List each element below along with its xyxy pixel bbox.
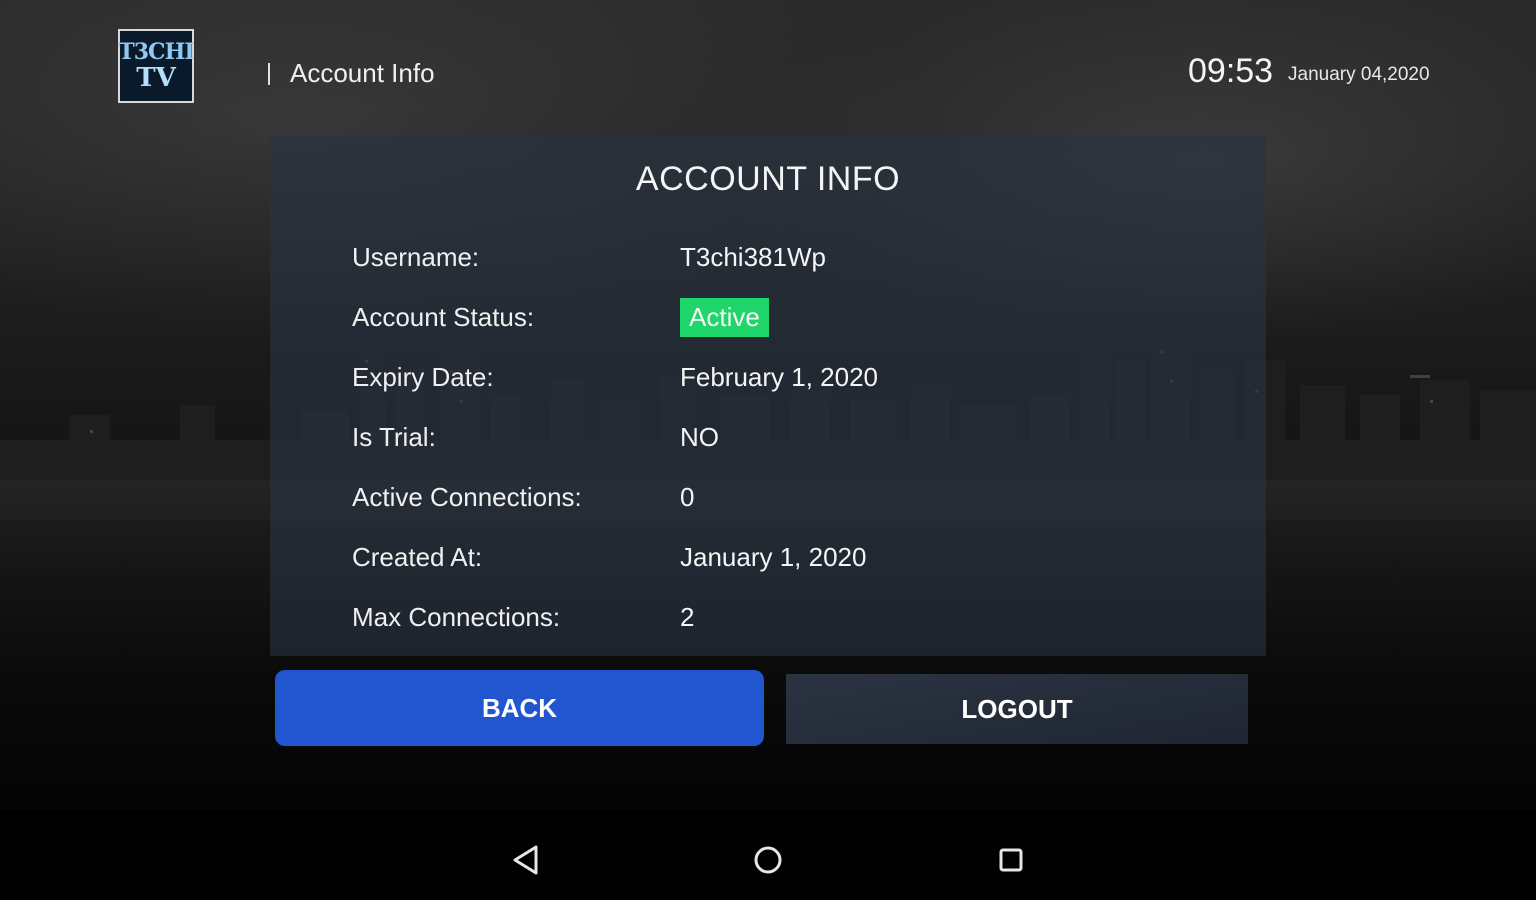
row-value: 2 [680,601,695,632]
logout-button[interactable]: LOGOUT [786,674,1248,744]
back-button[interactable]: BACK [275,670,764,746]
status-badge: Active [680,297,769,337]
back-triangle-icon[interactable] [506,840,546,880]
row-username: Username: T3chi381Wp [352,237,1152,277]
logo-text-top: T3CHI [118,39,194,65]
row-is-trial: Is Trial: NO [352,417,1152,457]
row-value: February 1, 2020 [680,361,879,392]
logo-text-bottom: TV [136,63,176,93]
row-expiry-date: Expiry Date: February 1, 2020 [352,357,1152,397]
app-logo: T3CHI TV [118,29,195,103]
row-label: Created At: [352,541,483,572]
row-label: Expiry Date: [352,361,494,392]
row-max-connections: Max Connections: 2 [352,597,1152,637]
row-value: 0 [680,481,695,512]
row-label: Account Status: [352,301,535,332]
android-navigation-bar [0,810,1536,900]
clock-date: January 04,2020 [1288,64,1430,85]
row-created-at: Created At: January 1, 2020 [352,537,1152,577]
screen: T3CHI TV Account Info 09:53 January 04,2… [0,0,1536,900]
clock-time: 09:53 [1188,52,1274,90]
row-label: Is Trial: [352,421,436,452]
row-label: Username: [352,241,480,272]
account-info-panel: ACCOUNT INFO Username: T3chi381Wp Accoun… [270,136,1266,656]
breadcrumb: Account Info [268,58,435,89]
page-title: Account Info [290,58,435,88]
breadcrumb-separator [268,62,270,85]
row-active-connections: Active Connections: 0 [352,477,1152,517]
row-label: Max Connections: [352,601,561,632]
recents-square-icon[interactable] [991,840,1031,880]
row-value: January 1, 2020 [680,541,867,572]
home-circle-icon[interactable] [748,840,788,880]
row-label: Active Connections: [352,481,582,512]
panel-title: ACCOUNT INFO [635,160,901,198]
row-account-status: Account Status: Active [352,297,1152,337]
row-value: NO [680,421,719,452]
row-value: T3chi381Wp [680,241,826,272]
